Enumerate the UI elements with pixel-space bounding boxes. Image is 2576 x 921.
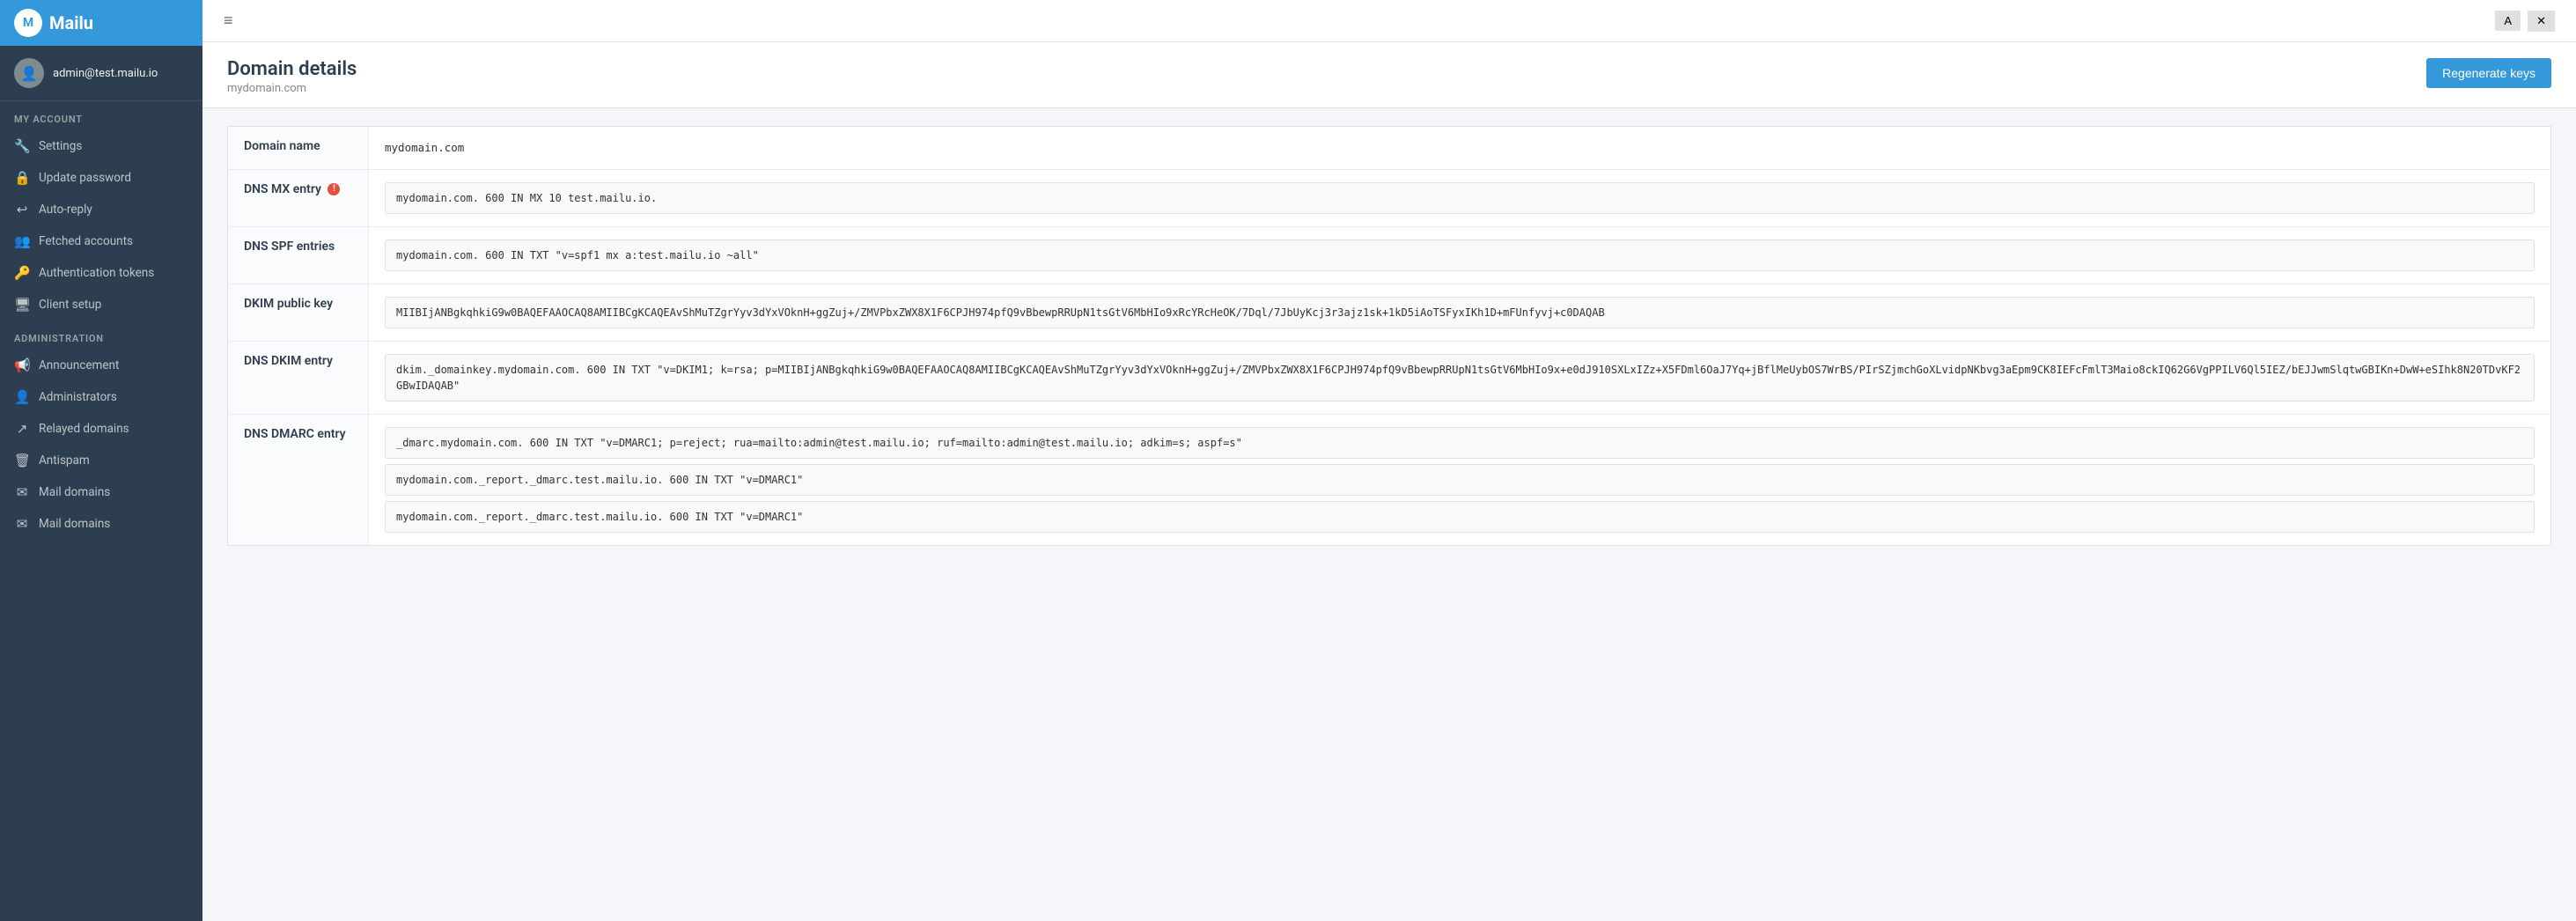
sidebar-item-client-setup[interactable]: 🖥 Client setup — [0, 289, 202, 321]
relay-icon: ↗ — [14, 421, 30, 437]
sidebar-item-settings[interactable]: 🔧 Settings — [0, 130, 202, 162]
sidebar-item-relayed-domains[interactable]: ↗ Relayed domains — [0, 413, 202, 445]
field-label-dkim-key: DKIM public key — [228, 284, 369, 342]
topbar-a-button[interactable]: A — [2495, 11, 2521, 31]
sidebar-item-label: Auto-reply — [39, 203, 92, 217]
dns-dkim-entry: dkim._domainkey.mydomain.com. 600 IN TXT… — [385, 354, 2535, 402]
sidebar-item-label: Update password — [39, 171, 131, 185]
reply-icon: ↩ — [14, 202, 30, 217]
trash-icon: 🗑 — [14, 453, 30, 468]
topbar-close-button[interactable]: ✕ — [2528, 11, 2555, 32]
logo-label: Mailu — [49, 12, 93, 33]
sidebar-item-label: Administrators — [39, 390, 117, 404]
sidebar-username: admin@test.mailu.io — [53, 67, 158, 80]
administration-section-label: ADMINISTRATION — [0, 321, 202, 350]
field-label-dns-dmarc: DNS DMARC entry — [228, 415, 369, 546]
my-account-section-label: MY ACCOUNT — [0, 101, 202, 130]
page-title: Domain details — [227, 58, 357, 80]
warning-icon: ! — [328, 183, 340, 195]
field-value-dns-mx: mydomain.com. 600 IN MX 10 test.mailu.io… — [369, 170, 2551, 227]
avatar: 👤 — [14, 58, 44, 88]
field-label-dns-mx: DNS MX entry ! — [228, 170, 369, 227]
table-row: DNS DKIM entry dkim._domainkey.mydomain.… — [228, 342, 2551, 415]
dns-spf-entry: mydomain.com. 600 IN TXT "v=spf1 mx a:te… — [385, 239, 2535, 271]
sidebar-item-administrators[interactable]: 👤 Administrators — [0, 381, 202, 413]
mail-icon-2: ✉ — [14, 516, 30, 532]
dns-dmarc-entry-1: _dmarc.mydomain.com. 600 IN TXT "v=DMARC… — [385, 427, 2535, 459]
regenerate-keys-button[interactable]: Regenerate keys — [2426, 58, 2551, 88]
field-value-dns-dmarc: _dmarc.mydomain.com. 600 IN TXT "v=DMARC… — [369, 415, 2551, 546]
hamburger-icon[interactable]: ≡ — [224, 11, 233, 30]
field-label-dns-spf: DNS SPF entries — [228, 227, 369, 284]
dns-mx-entry: mydomain.com. 600 IN MX 10 test.mailu.io… — [385, 182, 2535, 214]
sidebar-item-label: Relayed domains — [39, 422, 129, 436]
field-value-dns-dkim: dkim._domainkey.mydomain.com. 600 IN TXT… — [369, 342, 2551, 415]
page-header-left: Domain details mydomain.com — [227, 58, 357, 95]
users-icon: 👥 — [14, 233, 30, 249]
sidebar-item-label: Authentication tokens — [39, 266, 154, 280]
wrench-icon: 🔧 — [14, 138, 30, 154]
app-logo: M Mailu — [0, 0, 202, 46]
page-header: Domain details mydomain.com Regenerate k… — [202, 42, 2576, 108]
sidebar-user: 👤 admin@test.mailu.io — [0, 46, 202, 101]
announcement-icon: 📢 — [14, 357, 30, 373]
table-row: Domain name mydomain.com — [228, 127, 2551, 170]
sidebar-item-antispam[interactable]: 🗑 Antispam — [0, 445, 202, 476]
field-value-dkim-key: MIIBIjANBgkqhkiG9w0BAQEFAAOCAQ8AMIIBCgKC… — [369, 284, 2551, 342]
page-content: Domain details mydomain.com Regenerate k… — [202, 42, 2576, 921]
admin-icon: 👤 — [14, 389, 30, 405]
field-value-domain-name: mydomain.com — [369, 127, 2551, 170]
field-label-dns-dkim: DNS DKIM entry — [228, 342, 369, 415]
sidebar-item-label: Mail domains — [39, 517, 110, 531]
sidebar-item-label: Mail domains — [39, 485, 110, 499]
sidebar-item-label: Antispam — [39, 453, 90, 468]
dns-dmarc-entry-2: mydomain.com._report._dmarc.test.mailu.i… — [385, 464, 2535, 496]
table-row: DKIM public key MIIBIjANBgkqhkiG9w0BAQEF… — [228, 284, 2551, 342]
topbar-right: A ✕ — [2495, 11, 2555, 32]
sidebar-item-auth-tokens[interactable]: 🔑 Authentication tokens — [0, 257, 202, 289]
sidebar-item-label: Settings — [39, 139, 82, 153]
sidebar-item-update-password[interactable]: 🔒 Update password — [0, 162, 202, 194]
topbar: ≡ A ✕ — [202, 0, 2576, 42]
table-row: DNS DMARC entry _dmarc.mydomain.com. 600… — [228, 415, 2551, 546]
monitor-icon: 🖥 — [14, 297, 30, 313]
lock-icon: 🔒 — [14, 170, 30, 186]
sidebar-item-auto-reply[interactable]: ↩ Auto-reply — [0, 194, 202, 225]
logo-icon: M — [14, 9, 42, 37]
dns-dmarc-entry-3: mydomain.com._report._dmarc.test.mailu.i… — [385, 501, 2535, 533]
field-label-domain-name: Domain name — [228, 127, 369, 170]
main-content: ≡ A ✕ Domain details mydomain.com Regene… — [202, 0, 2576, 921]
field-value-dns-spf: mydomain.com. 600 IN TXT "v=spf1 mx a:te… — [369, 227, 2551, 284]
mail-icon: ✉ — [14, 484, 30, 500]
sidebar-item-label: Fetched accounts — [39, 234, 133, 248]
dkim-key-value: MIIBIjANBgkqhkiG9w0BAQEFAAOCAQ8AMIIBCgKC… — [385, 297, 2535, 328]
page-subtitle: mydomain.com — [227, 82, 357, 95]
sidebar-item-label: Client setup — [39, 298, 101, 312]
sidebar-item-mail-domains-2[interactable]: ✉ Mail domains — [0, 508, 202, 540]
table-row: DNS SPF entries mydomain.com. 600 IN TXT… — [228, 227, 2551, 284]
domain-details-table: Domain name mydomain.com DNS MX entry ! … — [227, 126, 2551, 546]
sidebar-item-announcement[interactable]: 📢 Announcement — [0, 350, 202, 381]
sidebar-item-mail-domains-1[interactable]: ✉ Mail domains — [0, 476, 202, 508]
sidebar-item-label: Announcement — [39, 358, 119, 372]
sidebar: M Mailu 👤 admin@test.mailu.io MY ACCOUNT… — [0, 0, 202, 921]
sidebar-item-fetched-accounts[interactable]: 👥 Fetched accounts — [0, 225, 202, 257]
key-icon: 🔑 — [14, 265, 30, 281]
table-row: DNS MX entry ! mydomain.com. 600 IN MX 1… — [228, 170, 2551, 227]
